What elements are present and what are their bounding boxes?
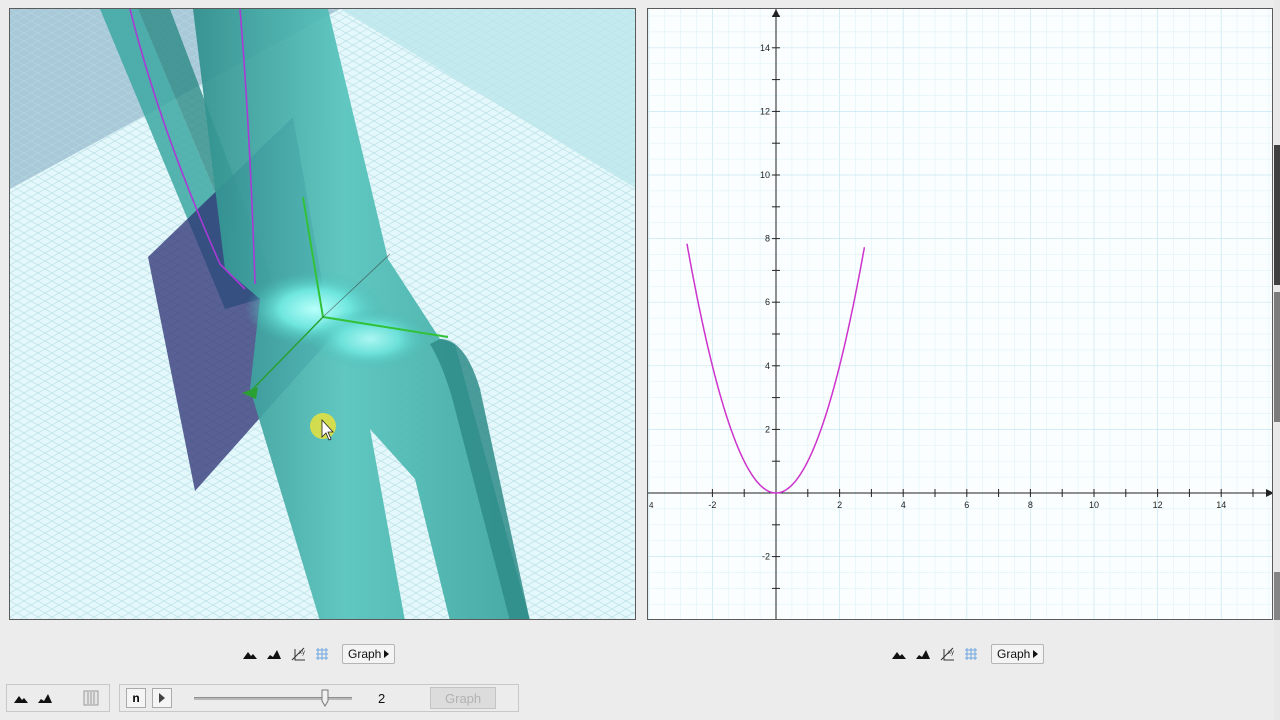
triangle-right-icon <box>384 650 390 658</box>
play-icon <box>159 693 165 703</box>
plot-2d[interactable]: -2 2 4 6 8 10 12 14 2 4 6 8 10 12 14 -2 4 <box>648 9 1273 620</box>
y-tick-label: 10 <box>760 170 770 180</box>
x-tick-label: -2 <box>708 500 716 510</box>
surface-3d-scene[interactable] <box>10 9 636 620</box>
x-tick-label: 14 <box>1216 500 1226 510</box>
y-tick-label: 2 <box>765 424 770 434</box>
view-2d-panel[interactable]: -2 2 4 6 8 10 12 14 2 4 6 8 10 12 14 -2 4 <box>647 8 1273 620</box>
mountain-left-icon[interactable] <box>11 688 31 708</box>
grid-icon[interactable] <box>961 644 981 664</box>
bottom-control-bar: n 2 Graph <box>0 682 1280 714</box>
triangle-right-icon <box>1033 650 1039 658</box>
x-edge-tick-label: 4 <box>649 501 654 510</box>
play-button[interactable] <box>152 688 172 708</box>
parameter-slider[interactable] <box>194 688 352 708</box>
y-tick-label: 8 <box>765 234 770 244</box>
grid-lines <box>648 9 1272 619</box>
y-tick-label: -2 <box>762 552 770 562</box>
view-2d-toolbar: xy Graph <box>889 643 1045 665</box>
y-tick-label: 4 <box>765 361 770 371</box>
columns-icon[interactable] <box>81 688 101 708</box>
parameter-controls: n 2 Graph <box>119 684 519 712</box>
slider-value: 2 <box>378 690 386 706</box>
x-tick-label: 10 <box>1089 500 1099 510</box>
grid-icon[interactable] <box>312 644 332 664</box>
y-tick-label: 12 <box>760 106 770 116</box>
mountain-right-icon[interactable] <box>913 644 933 664</box>
x-tick-label: 8 <box>1028 500 1033 510</box>
y-tick-label: 14 <box>760 43 770 53</box>
mountain-left-icon[interactable] <box>240 644 260 664</box>
graph-button-label: Graph <box>348 647 382 661</box>
graph-button-disabled[interactable]: Graph <box>430 687 497 709</box>
graph-menu-button-3d[interactable]: Graph <box>342 644 396 664</box>
mountain-left-icon[interactable] <box>889 644 909 664</box>
x-tick-label: 4 <box>901 500 906 510</box>
parameter-n-button[interactable]: n <box>126 688 146 708</box>
view-3d-toolbar: xy Graph <box>240 643 396 665</box>
y-tick-label: 6 <box>765 297 770 307</box>
x-tick-label: 12 <box>1153 500 1163 510</box>
xy-axes-icon[interactable]: xy <box>288 644 308 664</box>
svg-text:xy: xy <box>299 650 305 656</box>
view-3d-panel[interactable] <box>9 8 636 620</box>
app-window: -2 2 4 6 8 10 12 14 2 4 6 8 10 12 14 -2 4 xy Graph <box>0 0 1280 720</box>
svg-text:xy: xy <box>948 650 954 656</box>
x-tick-label: 2 <box>837 500 842 510</box>
graph-menu-button-2d[interactable]: Graph <box>991 644 1045 664</box>
mountain-right-icon[interactable] <box>35 688 55 708</box>
plot-axes <box>648 9 1272 619</box>
xy-axes-icon[interactable]: xy <box>937 644 957 664</box>
mountain-right-icon[interactable] <box>264 644 284 664</box>
window-edge <box>1274 0 1280 720</box>
x-tick-label: 6 <box>964 500 969 510</box>
bottom-view-buttons <box>6 684 110 712</box>
graph-button-label: Graph <box>997 647 1031 661</box>
slider-thumb[interactable] <box>321 689 329 707</box>
